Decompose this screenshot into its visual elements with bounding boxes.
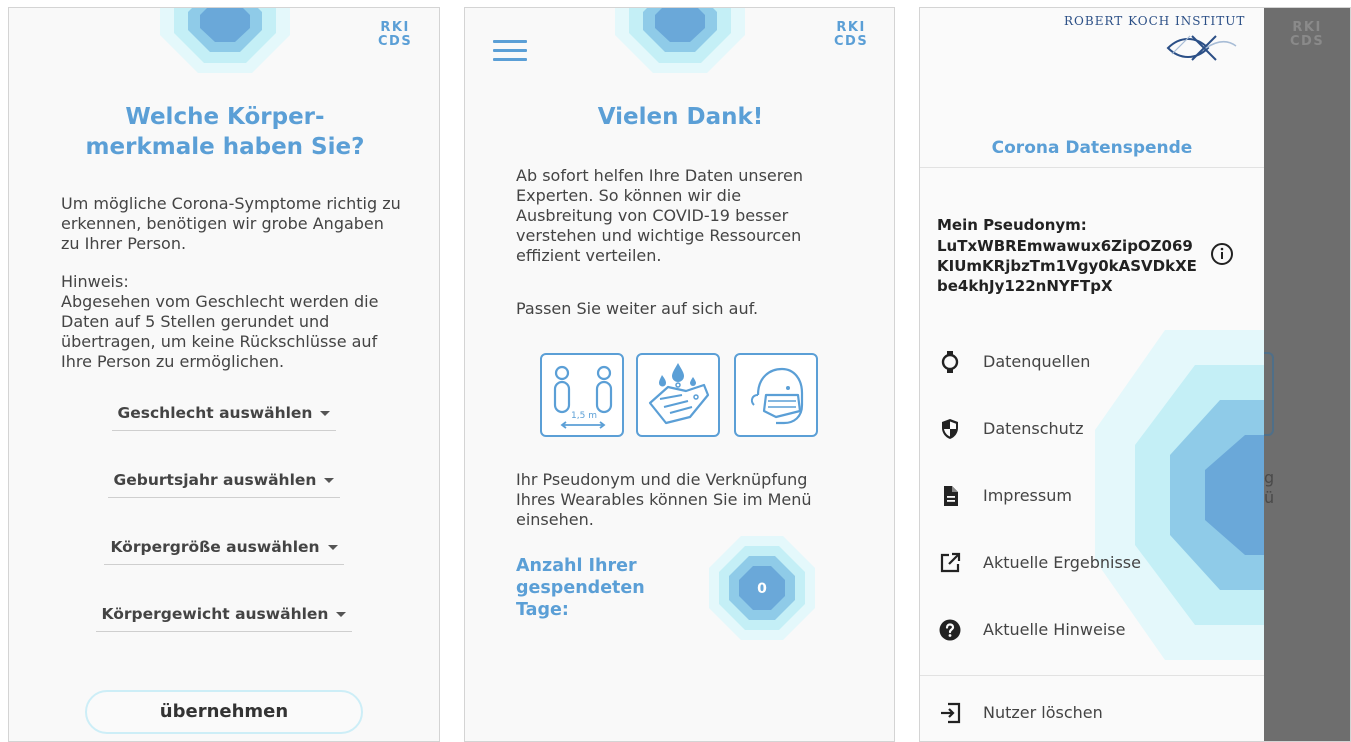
intro-text: Um mögliche Corona-Symptome richtig zu e… <box>61 194 401 253</box>
caret-down-icon <box>336 612 347 617</box>
rki-cds-logo: RKI CDS <box>834 21 868 49</box>
rki-octagon-logo-icon <box>615 8 745 73</box>
background-text-line: g <box>1264 468 1275 487</box>
hint-block: Hinweis: Abgesehen vom Geschlecht werden… <box>61 272 401 372</box>
social-distance-icon: 1,5 m <box>553 365 613 429</box>
weight-dropdown[interactable]: Körpergewicht auswählen <box>9 604 439 632</box>
menu-item-label: Aktuelle Hinweise <box>983 620 1126 639</box>
dropdown-label: Geburtsjahr auswählen <box>113 471 317 489</box>
rki-institute-logo-text: ROBERT KOCH INSTITUT <box>1064 14 1246 28</box>
submit-button[interactable]: übernehmen <box>85 690 363 734</box>
birthyear-dropdown[interactable]: Geburtsjahr auswählen <box>9 470 439 498</box>
pseudonym-value: LuTxWBREmwawux6ZipOZ069KIUmKRjbzTm1Vgy0k… <box>937 237 1197 295</box>
menu-item-aktuelle-ergebnisse[interactable]: Aktuelle Ergebnisse <box>920 543 1264 583</box>
background-tile-fragment <box>1264 352 1274 436</box>
menu-item-label: Datenquellen <box>983 352 1091 371</box>
dropdown-label: Körpergröße auswählen <box>110 538 320 556</box>
hint-text: Abgesehen vom Geschlecht werden die Date… <box>61 292 379 371</box>
rki-cds-logo: RKI CDS <box>378 21 412 49</box>
delete-user-label: Nutzer löschen <box>983 703 1103 722</box>
menu-item-label: Datenschutz <box>983 419 1084 438</box>
rki-octagon-logo-icon <box>160 8 290 73</box>
divider <box>920 675 1264 676</box>
rki-cds-logo-dimmed: RKI CDS <box>1290 21 1324 49</box>
background-text-line: ü <box>1264 488 1275 507</box>
face-mask-icon <box>750 367 804 425</box>
rki-text: RKI <box>380 20 410 35</box>
menu-item-label: Aktuelle Ergebnisse <box>983 553 1141 572</box>
menu-item-label: Impressum <box>983 486 1072 505</box>
drawer-title: Corona Datenspende <box>991 138 1193 158</box>
dropdown-label: Körpergewicht auswählen <box>101 605 329 623</box>
days-label-line: Tage: <box>516 600 569 620</box>
external-link-icon <box>940 552 961 573</box>
menu-item-datenquellen[interactable]: Datenquellen <box>920 342 1264 382</box>
cds-text: CDS <box>834 34 869 49</box>
hint-label: Hinweis: <box>61 272 129 291</box>
shield-icon <box>942 419 958 439</box>
title-line-1: Welche Körper- <box>125 104 325 130</box>
divider <box>920 167 1264 168</box>
cds-text: CDS <box>378 34 413 49</box>
caret-down-icon <box>324 478 335 483</box>
menu-item-impressum[interactable]: Impressum <box>920 476 1264 516</box>
screen-menu-drawer: RKI CDS g ü ROBERT KOCH INSTITUT Corona … <box>919 7 1351 742</box>
handwash-icon <box>648 363 710 425</box>
distance-label: 1,5 m <box>571 411 597 421</box>
page-title: Vielen Dank! <box>597 104 764 130</box>
distance-tile: 1,5 m <box>540 353 624 437</box>
info-icon[interactable] <box>1210 242 1234 266</box>
screen-body-features: RKI CDS Welche Körper- merkmale haben Si… <box>8 7 440 742</box>
cds-text: CDS <box>1290 34 1325 49</box>
pseudonym-label: Mein Pseudonym: <box>937 216 1087 234</box>
screen-thank-you: RKI CDS Vielen Dank! Ab sofort helfen Ih… <box>464 7 895 742</box>
pseudonym-hint-text: Ihr Pseudonym und die Verknüpfung Ihres … <box>516 470 812 529</box>
delete-user-button[interactable]: Nutzer löschen <box>920 693 1264 733</box>
thanks-text: Ab sofort helfen Ihre Daten unseren Expe… <box>516 166 803 265</box>
title-line-2: merkmale haben Sie? <box>85 134 365 160</box>
page-title: Welche Körper- merkmale haben Sie? <box>9 102 439 162</box>
donated-days-counter: 0 <box>709 536 815 640</box>
dropdown-label: Geschlecht auswählen <box>117 404 313 422</box>
rki-logo-icon <box>1166 35 1237 61</box>
background-text-fragment: g ü <box>1264 468 1274 508</box>
height-dropdown[interactable]: Körpergröße auswählen <box>9 537 439 565</box>
menu-item-aktuelle-hinweise[interactable]: Aktuelle Hinweise <box>920 610 1264 650</box>
logout-icon <box>941 702 961 724</box>
days-label-line: Anzahl Ihrer <box>516 556 637 576</box>
take-care-text: Passen Sie weiter auf sich auf. <box>516 299 759 318</box>
handwash-tile <box>636 353 720 437</box>
gender-dropdown[interactable]: Geschlecht auswählen <box>9 403 439 431</box>
mask-tile <box>734 353 818 437</box>
rki-text: RKI <box>836 20 866 35</box>
watch-icon <box>941 351 959 373</box>
hamburger-menu-icon[interactable] <box>493 40 527 62</box>
days-count: 0 <box>757 581 767 597</box>
days-label-line: gespendeten <box>516 578 645 598</box>
document-icon <box>944 486 958 506</box>
caret-down-icon <box>327 545 338 550</box>
rki-text: RKI <box>1292 20 1322 35</box>
caret-down-icon <box>320 411 331 416</box>
donated-days-label: Anzahl Ihrer gespendeten Tage: <box>516 555 645 621</box>
navigation-drawer: ROBERT KOCH INSTITUT Corona Datenspende … <box>920 8 1264 741</box>
help-icon <box>939 619 961 641</box>
menu-item-datenschutz[interactable]: Datenschutz <box>920 409 1264 449</box>
